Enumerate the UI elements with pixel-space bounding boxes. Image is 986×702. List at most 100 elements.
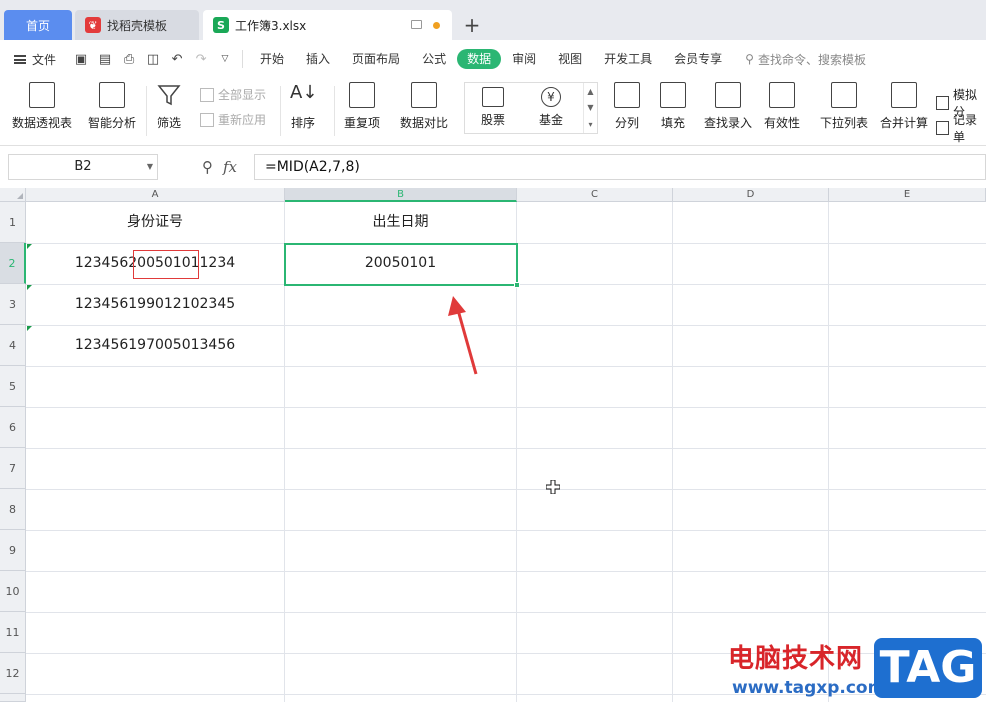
show-all-button[interactable]: 全部显示 xyxy=(200,86,266,103)
menu-review[interactable]: 审阅 xyxy=(501,49,547,69)
data-compare-button[interactable]: 数据对比 xyxy=(400,82,448,131)
text-number-indicator xyxy=(27,285,32,290)
zoom-icon[interactable]: ⚲ xyxy=(202,158,213,176)
cell-a1[interactable]: 身份证号 xyxy=(26,202,284,243)
tab-home[interactable]: 首页 xyxy=(4,10,72,40)
chevron-down-icon[interactable]: ▽ xyxy=(216,50,234,68)
print-preview-icon[interactable]: ◫ xyxy=(144,50,162,68)
record-form-button[interactable]: 记录单 xyxy=(936,111,986,145)
row-header-3[interactable]: 3 xyxy=(0,284,26,325)
export-pdf-icon[interactable]: ▤ xyxy=(96,50,114,68)
undo-icon[interactable]: ↶ xyxy=(168,50,186,68)
pivot-table-button[interactable]: 数据透视表 xyxy=(12,82,72,131)
row-header-2[interactable]: 2 xyxy=(0,243,26,284)
record-form-icon xyxy=(936,121,949,135)
chevron-down-icon[interactable]: ▼ xyxy=(587,103,593,112)
file-menu[interactable]: 文件 xyxy=(14,51,56,68)
tab-template[interactable]: ❦ 找稻壳模板 xyxy=(75,10,199,40)
menu-member[interactable]: 会员专享 xyxy=(663,49,733,69)
row-header-8[interactable]: 8 xyxy=(0,489,26,530)
fx-icon[interactable]: fx xyxy=(223,158,237,176)
record-form-label: 记录单 xyxy=(953,113,978,144)
menu-home[interactable]: 开始 xyxy=(249,49,295,69)
row-header-5[interactable]: 5 xyxy=(0,366,26,407)
name-box-value: B2 xyxy=(74,159,92,174)
sort-button[interactable]: A↓ 排序 xyxy=(290,82,318,131)
tab-template-label: 找稻壳模板 xyxy=(107,18,168,33)
column-header-c[interactable]: C xyxy=(517,188,673,202)
menu-formulas[interactable]: 公式 xyxy=(411,49,457,69)
chevron-down-icon[interactable]: ▼ xyxy=(147,155,153,179)
split-column-button[interactable]: 分列 xyxy=(614,82,640,131)
menu-view[interactable]: 视图 xyxy=(547,49,593,69)
lookup-entry-icon xyxy=(715,82,741,108)
row-header-9[interactable]: 9 xyxy=(0,530,26,571)
reapply-label: 重新应用 xyxy=(218,113,267,127)
command-search[interactable]: ⚲ 查找命令、搜索模板 xyxy=(745,51,866,68)
text-number-indicator xyxy=(27,244,32,249)
fill-button[interactable]: 填充 xyxy=(660,82,686,131)
cell-b1[interactable]: 出生日期 xyxy=(285,202,516,243)
new-tab-button[interactable]: + xyxy=(462,10,482,40)
row-header-1[interactable]: 1 xyxy=(0,202,26,243)
redo-icon[interactable]: ↷ xyxy=(192,50,210,68)
show-all-label: 全部显示 xyxy=(218,88,267,102)
split-column-label: 分列 xyxy=(614,116,639,130)
lookup-entry-label: 查找录入 xyxy=(704,116,753,130)
show-all-icon xyxy=(200,87,214,102)
expand-icon[interactable]: ▾ xyxy=(588,120,592,129)
smart-analysis-label: 智能分析 xyxy=(88,116,137,130)
reapply-button[interactable]: 重新应用 xyxy=(200,111,266,128)
menu-page-layout[interactable]: 页面布局 xyxy=(341,49,411,69)
row-header-6[interactable]: 6 xyxy=(0,407,26,448)
row-header-10[interactable]: 10 xyxy=(0,571,26,612)
duplicates-button[interactable]: 重复项 xyxy=(344,82,380,131)
grid-line xyxy=(26,612,986,613)
column-header-b[interactable]: B xyxy=(285,188,517,202)
validity-button[interactable]: 有效性 xyxy=(764,82,800,131)
formula-input[interactable]: =MID(A2,7,8) xyxy=(254,154,986,180)
menu-developer[interactable]: 开发工具 xyxy=(593,49,663,69)
stocks-button[interactable]: 股票 xyxy=(481,87,505,128)
menu-insert[interactable]: 插入 xyxy=(295,49,341,69)
row-header-12[interactable]: 12 xyxy=(0,653,26,694)
row-header-7[interactable]: 7 xyxy=(0,448,26,489)
unsaved-dot-icon xyxy=(433,22,440,29)
crosshair-cursor-icon xyxy=(546,480,560,494)
grid-line xyxy=(26,489,986,490)
column-header-d[interactable]: D xyxy=(673,188,829,202)
monitor-icon[interactable] xyxy=(411,20,422,29)
dropdown-list-button[interactable]: 下拉列表 xyxy=(820,82,868,131)
name-box[interactable]: B2 ▼ xyxy=(8,154,158,180)
fill-handle[interactable] xyxy=(514,282,520,288)
pivot-table-label: 数据透视表 xyxy=(12,116,73,130)
filter-button[interactable]: 筛选 xyxy=(156,82,182,131)
row-header-11[interactable]: 11 xyxy=(0,612,26,653)
grid-line xyxy=(26,407,986,408)
validity-icon xyxy=(769,82,795,108)
column-header-a[interactable]: A xyxy=(26,188,285,202)
save-icon[interactable]: ▣ xyxy=(72,50,90,68)
filter-label: 筛选 xyxy=(156,116,181,130)
smart-analysis-button[interactable]: 智能分析 xyxy=(88,82,136,131)
formula-tools: ⚲ fx xyxy=(202,154,237,180)
sort-icon: A↓ xyxy=(290,82,318,103)
cell-a3[interactable]: 123456199012102345 xyxy=(26,284,284,325)
menu-data[interactable]: 数据 xyxy=(457,49,502,69)
lookup-entry-button[interactable]: 查找录入 xyxy=(704,82,752,131)
gallery-scroll[interactable]: ▲ ▼ ▾ xyxy=(583,83,597,133)
filter-icon xyxy=(156,82,182,108)
tab-document[interactable]: S 工作簿3.xlsx xyxy=(203,10,452,40)
consolidate-button[interactable]: 合并计算 xyxy=(880,82,928,131)
validity-label: 有效性 xyxy=(764,116,801,130)
chevron-up-icon[interactable]: ▲ xyxy=(587,87,593,96)
row-header-4[interactable]: 4 xyxy=(0,325,26,366)
watermark-url: www.tagxp.com xyxy=(732,678,886,698)
select-all-corner[interactable] xyxy=(0,188,26,202)
funds-button[interactable]: ¥ 基金 xyxy=(539,87,563,128)
cell-a4[interactable]: 123456197005013456 xyxy=(26,325,284,366)
spreadsheet-grid[interactable]: A B C D E 1 2 3 4 5 6 7 8 9 10 11 12 身份证… xyxy=(0,188,986,702)
row-header-13[interactable] xyxy=(0,694,26,702)
print-icon[interactable]: ⎙ xyxy=(120,50,138,68)
column-header-e[interactable]: E xyxy=(829,188,986,202)
